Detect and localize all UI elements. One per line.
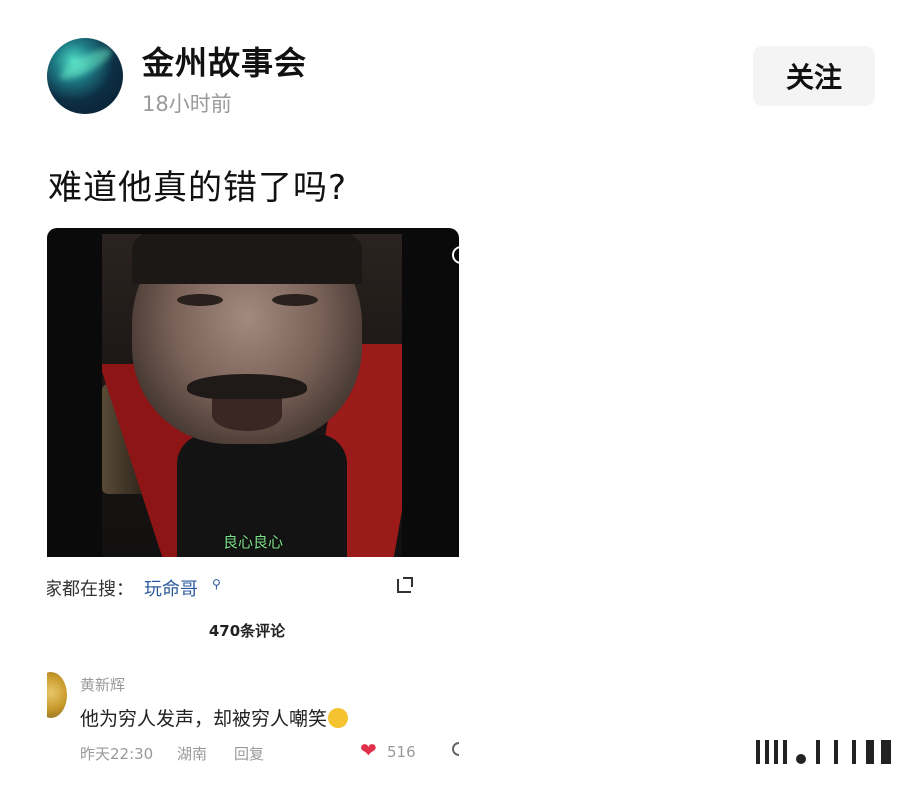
hair: [132, 234, 362, 284]
search-icon: ⚲: [212, 577, 221, 591]
video-frame: [102, 234, 402, 557]
video-subtitle: 良心良心: [222, 533, 283, 551]
expand-icon[interactable]: [397, 577, 413, 593]
account-name[interactable]: 金州故事会: [142, 38, 307, 84]
watermark: [756, 740, 906, 766]
search-prefix: 家都在搜：: [47, 579, 134, 600]
comment-count[interactable]: 470条评论: [47, 620, 447, 641]
post-header: 金州故事会 18小时前 关注: [0, 0, 922, 130]
comment-item: 黄新辉 他为穷人发声，却被穷人嘲笑 昨天22:30 湖南 回复 ❤ 516: [47, 668, 459, 768]
follow-button[interactable]: 关注: [753, 46, 875, 106]
post-time: 18小时前: [142, 92, 232, 116]
left-eye: [177, 294, 223, 306]
account-avatar[interactable]: [47, 38, 123, 114]
comment-text: 他为穷人发声，却被穷人嘲笑: [80, 704, 349, 731]
video-player[interactable]: 良心良心: [47, 228, 459, 557]
comment-time: 昨天22:30: [80, 745, 154, 763]
search-suggestion-row[interactable]: 家都在搜： 玩命哥 ⚲: [47, 573, 459, 603]
mustache: [187, 374, 307, 400]
like-count: 516: [387, 743, 416, 761]
video-control-icon[interactable]: [452, 246, 459, 264]
embedded-screenshot[interactable]: 良心良心 家都在搜： 玩命哥 ⚲ 470条评论 黄新辉 他为穷人发声，却被穷人嘲…: [47, 228, 459, 768]
commenter-name[interactable]: 黄新辉: [80, 674, 125, 695]
right-eye: [272, 294, 318, 306]
laughing-crying-icon: [328, 708, 349, 728]
comment-text-body: 他为穷人发声，却被穷人嘲笑: [80, 708, 328, 730]
comment-location: 湖南: [177, 745, 208, 763]
comment-bubble-icon[interactable]: [452, 742, 459, 756]
reply-button[interactable]: 回复: [234, 743, 264, 764]
heart-icon[interactable]: ❤: [360, 740, 377, 760]
search-term-link[interactable]: 玩命哥: [144, 575, 198, 601]
commenter-avatar[interactable]: [47, 672, 67, 718]
mouth: [212, 399, 282, 431]
post-title: 难道他真的错了吗?: [48, 168, 348, 208]
